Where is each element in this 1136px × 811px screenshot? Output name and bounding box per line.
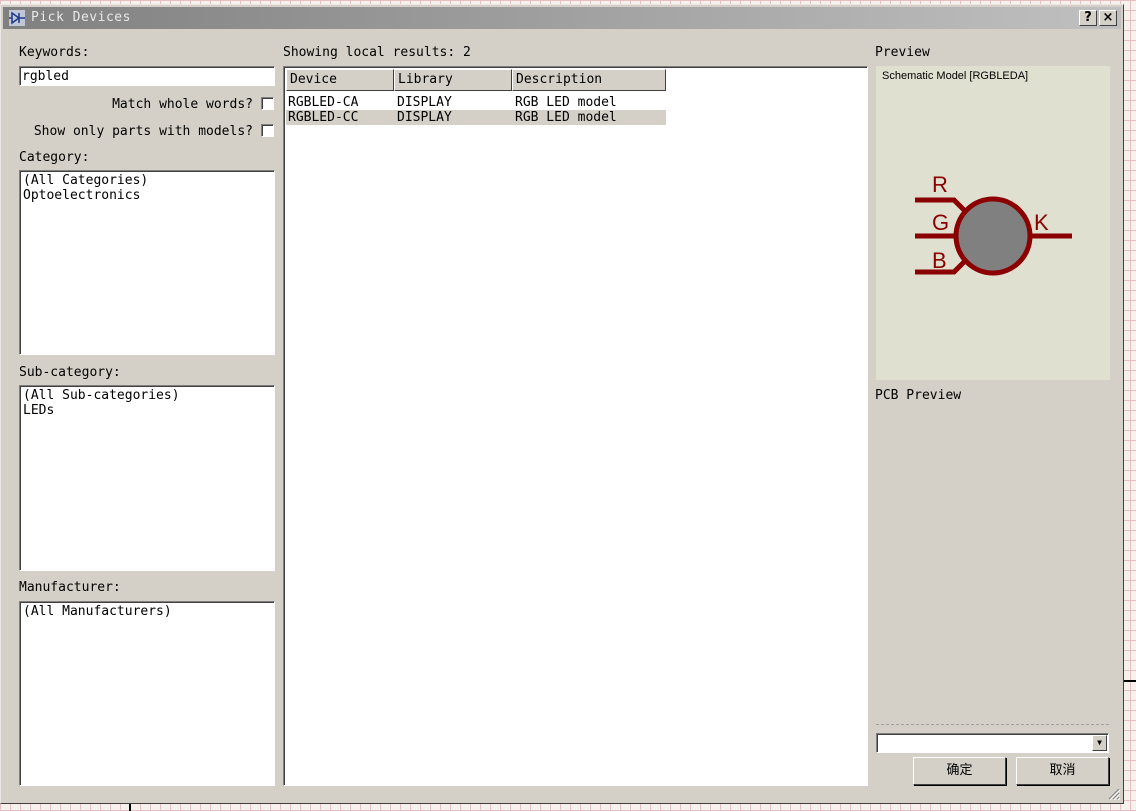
keywords-label: Keywords: (19, 45, 90, 60)
list-item[interactable]: (All Categories) (20, 173, 274, 188)
subcategory-label: Sub-category: (19, 365, 121, 380)
pin-label-b: B (932, 248, 947, 273)
device-cell: RGBLED-CA (288, 95, 359, 110)
column-header-device[interactable]: Device (286, 69, 394, 91)
schematic-preview: Schematic Model [RGBLEDA] R G B K (876, 66, 1110, 380)
list-item[interactable]: Optoelectronics (20, 188, 274, 203)
divider (876, 724, 1109, 725)
list-item[interactable]: (All Manufacturers) (20, 604, 274, 619)
description-cell: RGB LED model (515, 110, 617, 125)
pin-label-k: K (1034, 210, 1049, 235)
table-row[interactable]: RGBLED-CA DISPLAY RGB LED model (286, 95, 666, 110)
results-summary: Showing local results: 2 (283, 45, 471, 60)
pin-label-r: R (932, 172, 948, 197)
library-cell: DISPLAY (397, 110, 452, 125)
pick-devices-dialog: Pick Devices ? × Keywords: Match whole w… (0, 4, 1124, 804)
pin-label-g: G (932, 210, 949, 235)
category-label: Category: (19, 150, 90, 165)
device-cell: RGBLED-CC (288, 110, 359, 125)
window-title: Pick Devices (31, 10, 131, 25)
subcategory-list[interactable]: (All Sub-categories) LEDs (19, 385, 275, 571)
manufacturer-list[interactable]: (All Manufacturers) (19, 601, 275, 786)
preview-label: Preview (875, 45, 930, 60)
keywords-input[interactable] (19, 66, 275, 86)
manufacturer-label: Manufacturer: (19, 580, 121, 595)
description-cell: RGB LED model (515, 95, 617, 110)
pcb-preview-label: PCB Preview (875, 388, 962, 403)
list-item[interactable]: LEDs (20, 403, 274, 418)
pcb-package-select[interactable]: ▼ (876, 733, 1109, 753)
category-list[interactable]: (All Categories) Optoelectronics (19, 170, 275, 355)
resize-grip-icon[interactable] (1108, 788, 1120, 800)
help-button[interactable]: ? (1079, 10, 1097, 26)
results-grid[interactable]: Device Library Description RGBLED-CA DIS… (283, 66, 868, 786)
column-header-description[interactable]: Description (512, 69, 666, 91)
chevron-down-icon[interactable]: ▼ (1092, 735, 1107, 751)
match-whole-words-checkbox[interactable] (261, 97, 274, 110)
close-button[interactable]: × (1099, 10, 1117, 26)
cancel-button[interactable]: 取消 (1016, 757, 1109, 785)
ok-button[interactable]: 确定 (913, 757, 1006, 785)
only-models-label: Show only parts with models? (33, 124, 253, 139)
match-whole-words-label: Match whole words? (112, 97, 253, 112)
component-icon (9, 10, 25, 26)
rgb-led-symbol: R G B K (915, 172, 1072, 276)
column-header-library[interactable]: Library (394, 69, 512, 91)
sheet-border (1124, 680, 1136, 682)
only-models-checkbox[interactable] (261, 124, 274, 137)
library-cell: DISPLAY (397, 95, 452, 110)
table-row[interactable]: RGBLED-CC DISPLAY RGB LED model (286, 110, 666, 125)
list-item[interactable]: (All Sub-categories) (20, 388, 274, 403)
title-bar[interactable]: Pick Devices ? × (3, 7, 1121, 29)
